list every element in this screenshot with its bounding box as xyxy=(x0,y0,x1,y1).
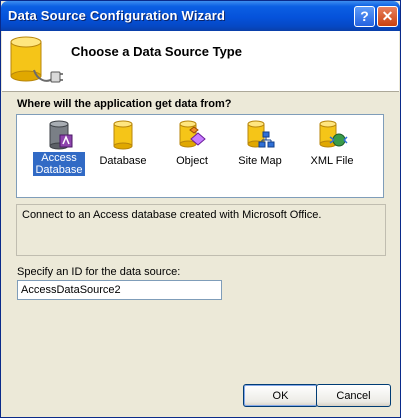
source-item-object[interactable]: Object xyxy=(162,119,222,183)
source-label-access: Access Database xyxy=(33,152,85,176)
wizard-window: Data Source Configuration Wizard ? ✕ Cho… xyxy=(0,0,401,418)
source-item-access-database[interactable]: Access Database xyxy=(29,119,89,183)
source-label-database: Database xyxy=(99,155,147,167)
data-source-prompt: Where will the application get data from… xyxy=(17,98,232,110)
cancel-button[interactable]: Cancel xyxy=(316,384,391,407)
source-item-xml-file[interactable]: XML File xyxy=(302,119,362,183)
description-panel: Connect to an Access database created wi… xyxy=(16,204,386,256)
xml-file-icon xyxy=(319,120,348,148)
source-label-site-map: Site Map xyxy=(238,155,282,167)
close-button[interactable]: ✕ xyxy=(377,6,398,27)
data-source-type-list[interactable]: Access Database Database Object Site Map… xyxy=(16,114,384,198)
close-icon: ✕ xyxy=(381,8,394,24)
help-icon: ? xyxy=(360,8,369,24)
window-title: Data Source Configuration Wizard xyxy=(8,8,226,23)
wizard-body: Where will the application get data from… xyxy=(2,92,399,417)
database-icon xyxy=(113,120,133,150)
ok-button[interactable]: OK xyxy=(243,384,318,407)
source-item-site-map[interactable]: Site Map xyxy=(230,119,290,183)
source-label-xml-file: XML File xyxy=(310,155,354,167)
access-database-icon xyxy=(49,120,73,150)
source-label-object: Object xyxy=(176,155,208,167)
wizard-header: Choose a Data Source Type xyxy=(2,31,399,92)
page-title: Choose a Data Source Type xyxy=(71,44,242,59)
source-item-database[interactable]: Database xyxy=(93,119,153,183)
id-field-label: Specify an ID for the data source: xyxy=(17,266,181,278)
site-map-icon xyxy=(247,120,275,148)
object-icon xyxy=(179,120,206,148)
help-button[interactable]: ? xyxy=(354,6,375,27)
title-bar[interactable]: Data Source Configuration Wizard ? ✕ xyxy=(1,1,400,31)
database-plug-icon xyxy=(10,36,63,83)
data-source-id-input[interactable] xyxy=(17,280,222,300)
description-text: Connect to an Access database created wi… xyxy=(22,209,322,221)
